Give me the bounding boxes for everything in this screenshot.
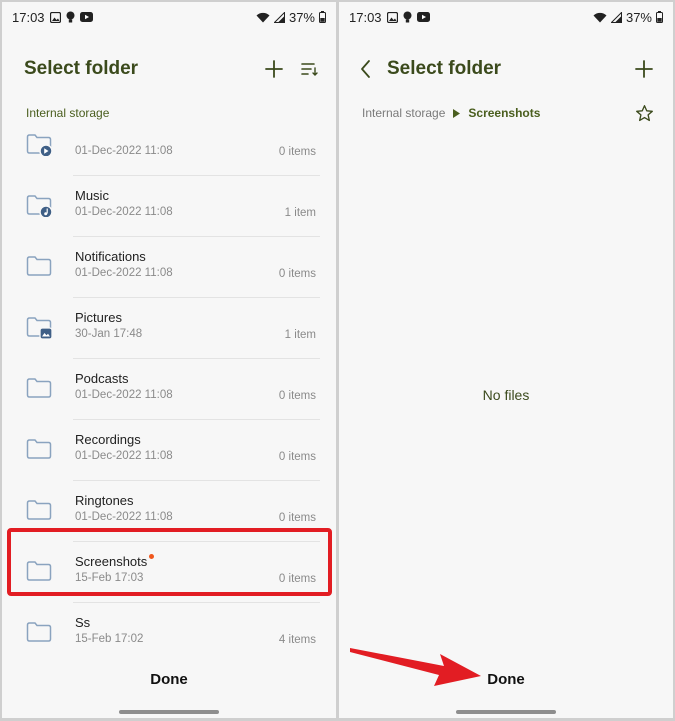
folder-name: Ringtones [75, 493, 134, 508]
folder-name: Ss [75, 615, 91, 630]
status-bar: 17:03 37% [339, 2, 673, 32]
folder-count: 0 items [278, 512, 316, 524]
signal-icon [610, 11, 622, 23]
music-folder-icon [26, 195, 52, 217]
folder-name: Pictures [75, 310, 122, 325]
status-time: 17:03 [12, 9, 45, 25]
folder-row-music[interactable]: Music 01-Dec-2022 11:08 1 item [2, 176, 336, 237]
plus-icon [635, 60, 653, 78]
left-screen: 17:03 37% Select folder Internal storage… [2, 2, 336, 718]
folder-name: Podcasts [75, 371, 129, 386]
gallery-notification-icon [386, 11, 398, 23]
folder-date: 15-Feb 17:02 [75, 633, 144, 645]
sort-icon [301, 63, 318, 76]
folder-count: 0 items [278, 146, 316, 158]
status-bar: 17:03 37% [2, 2, 336, 32]
gesture-handle[interactable] [119, 710, 219, 714]
folder-row-podcasts[interactable]: Podcasts 01-Dec-2022 11:08 0 items [2, 359, 336, 420]
folder-count: 4 items [278, 634, 316, 646]
folder-name: Music [75, 188, 109, 203]
folder-name: Notifications [75, 249, 146, 264]
folder-date: 01-Dec-2022 11:08 [75, 267, 173, 279]
folder-date: 01-Dec-2022 11:08 [75, 511, 173, 523]
bulb-notification-icon [403, 11, 412, 23]
folder-date: 30-Jan 17:48 [75, 328, 143, 340]
youtube-notification-icon [416, 12, 430, 22]
folder-icon [26, 256, 52, 276]
gallery-notification-icon [49, 11, 61, 23]
folder-row-movies[interactable]: 01-Dec-2022 11:08 0 items [2, 115, 336, 176]
empty-message: No files [482, 387, 530, 403]
folder-row-recordings[interactable]: Recordings 01-Dec-2022 11:08 0 items [2, 420, 336, 481]
folder-count: 1 item [284, 329, 316, 341]
star-icon [635, 104, 653, 121]
bulb-notification-icon [66, 11, 75, 23]
folder-icon [26, 134, 52, 156]
breadcrumb-separator-icon [453, 108, 461, 118]
folder-count: 0 items [278, 268, 316, 280]
back-button[interactable] [353, 56, 379, 82]
folder-date: 01-Dec-2022 11:08 [75, 206, 173, 218]
new-folder-button[interactable] [631, 56, 657, 82]
folder-icon [26, 439, 52, 459]
pictures-folder-icon [26, 317, 52, 339]
plus-icon [265, 60, 283, 78]
folder-icon [26, 500, 52, 520]
page-title: Select folder [387, 58, 502, 79]
folder-date: 01-Dec-2022 11:08 [75, 450, 173, 462]
favorite-button[interactable] [631, 100, 657, 126]
back-arrow-icon [361, 60, 370, 78]
folder-count: 0 items [278, 390, 316, 402]
folder-date: 01-Dec-2022 11:08 [75, 389, 173, 401]
breadcrumb-root[interactable]: Internal storage [362, 106, 445, 120]
right-screen: 17:03 37% Select folder Internal storage… [339, 2, 673, 718]
youtube-notification-icon [79, 12, 93, 22]
page-title: Select folder [24, 58, 139, 79]
battery-percent: 37% [288, 9, 315, 25]
folder-icon [26, 622, 52, 642]
highlight-box [7, 528, 332, 596]
folder-row-notifications[interactable]: Notifications 01-Dec-2022 11:08 0 items [2, 237, 336, 298]
status-time: 17:03 [349, 9, 382, 25]
folder-icon [26, 378, 52, 398]
folder-row-pictures[interactable]: Pictures 30-Jan 17:48 1 item [2, 298, 336, 359]
gesture-handle[interactable] [456, 710, 556, 714]
sort-button[interactable] [296, 56, 322, 82]
battery-icon [319, 11, 326, 23]
folder-count: 1 item [284, 207, 316, 219]
done-button[interactable]: Done [2, 671, 336, 688]
folder-row-ss[interactable]: Ss 15-Feb 17:02 4 items [2, 603, 336, 664]
wifi-icon [593, 12, 607, 22]
folder-count: 0 items [278, 451, 316, 463]
battery-icon [656, 11, 663, 23]
folder-date: 01-Dec-2022 11:08 [75, 145, 173, 157]
breadcrumb: Internal storage Screenshots [362, 106, 540, 120]
folder-name: Recordings [75, 432, 141, 447]
wifi-icon [256, 12, 270, 22]
pointer-arrow-icon [350, 648, 481, 686]
breadcrumb-current: Screenshots [468, 106, 541, 120]
signal-icon [273, 11, 285, 23]
battery-percent: 37% [625, 9, 652, 25]
new-folder-button[interactable] [261, 56, 287, 82]
